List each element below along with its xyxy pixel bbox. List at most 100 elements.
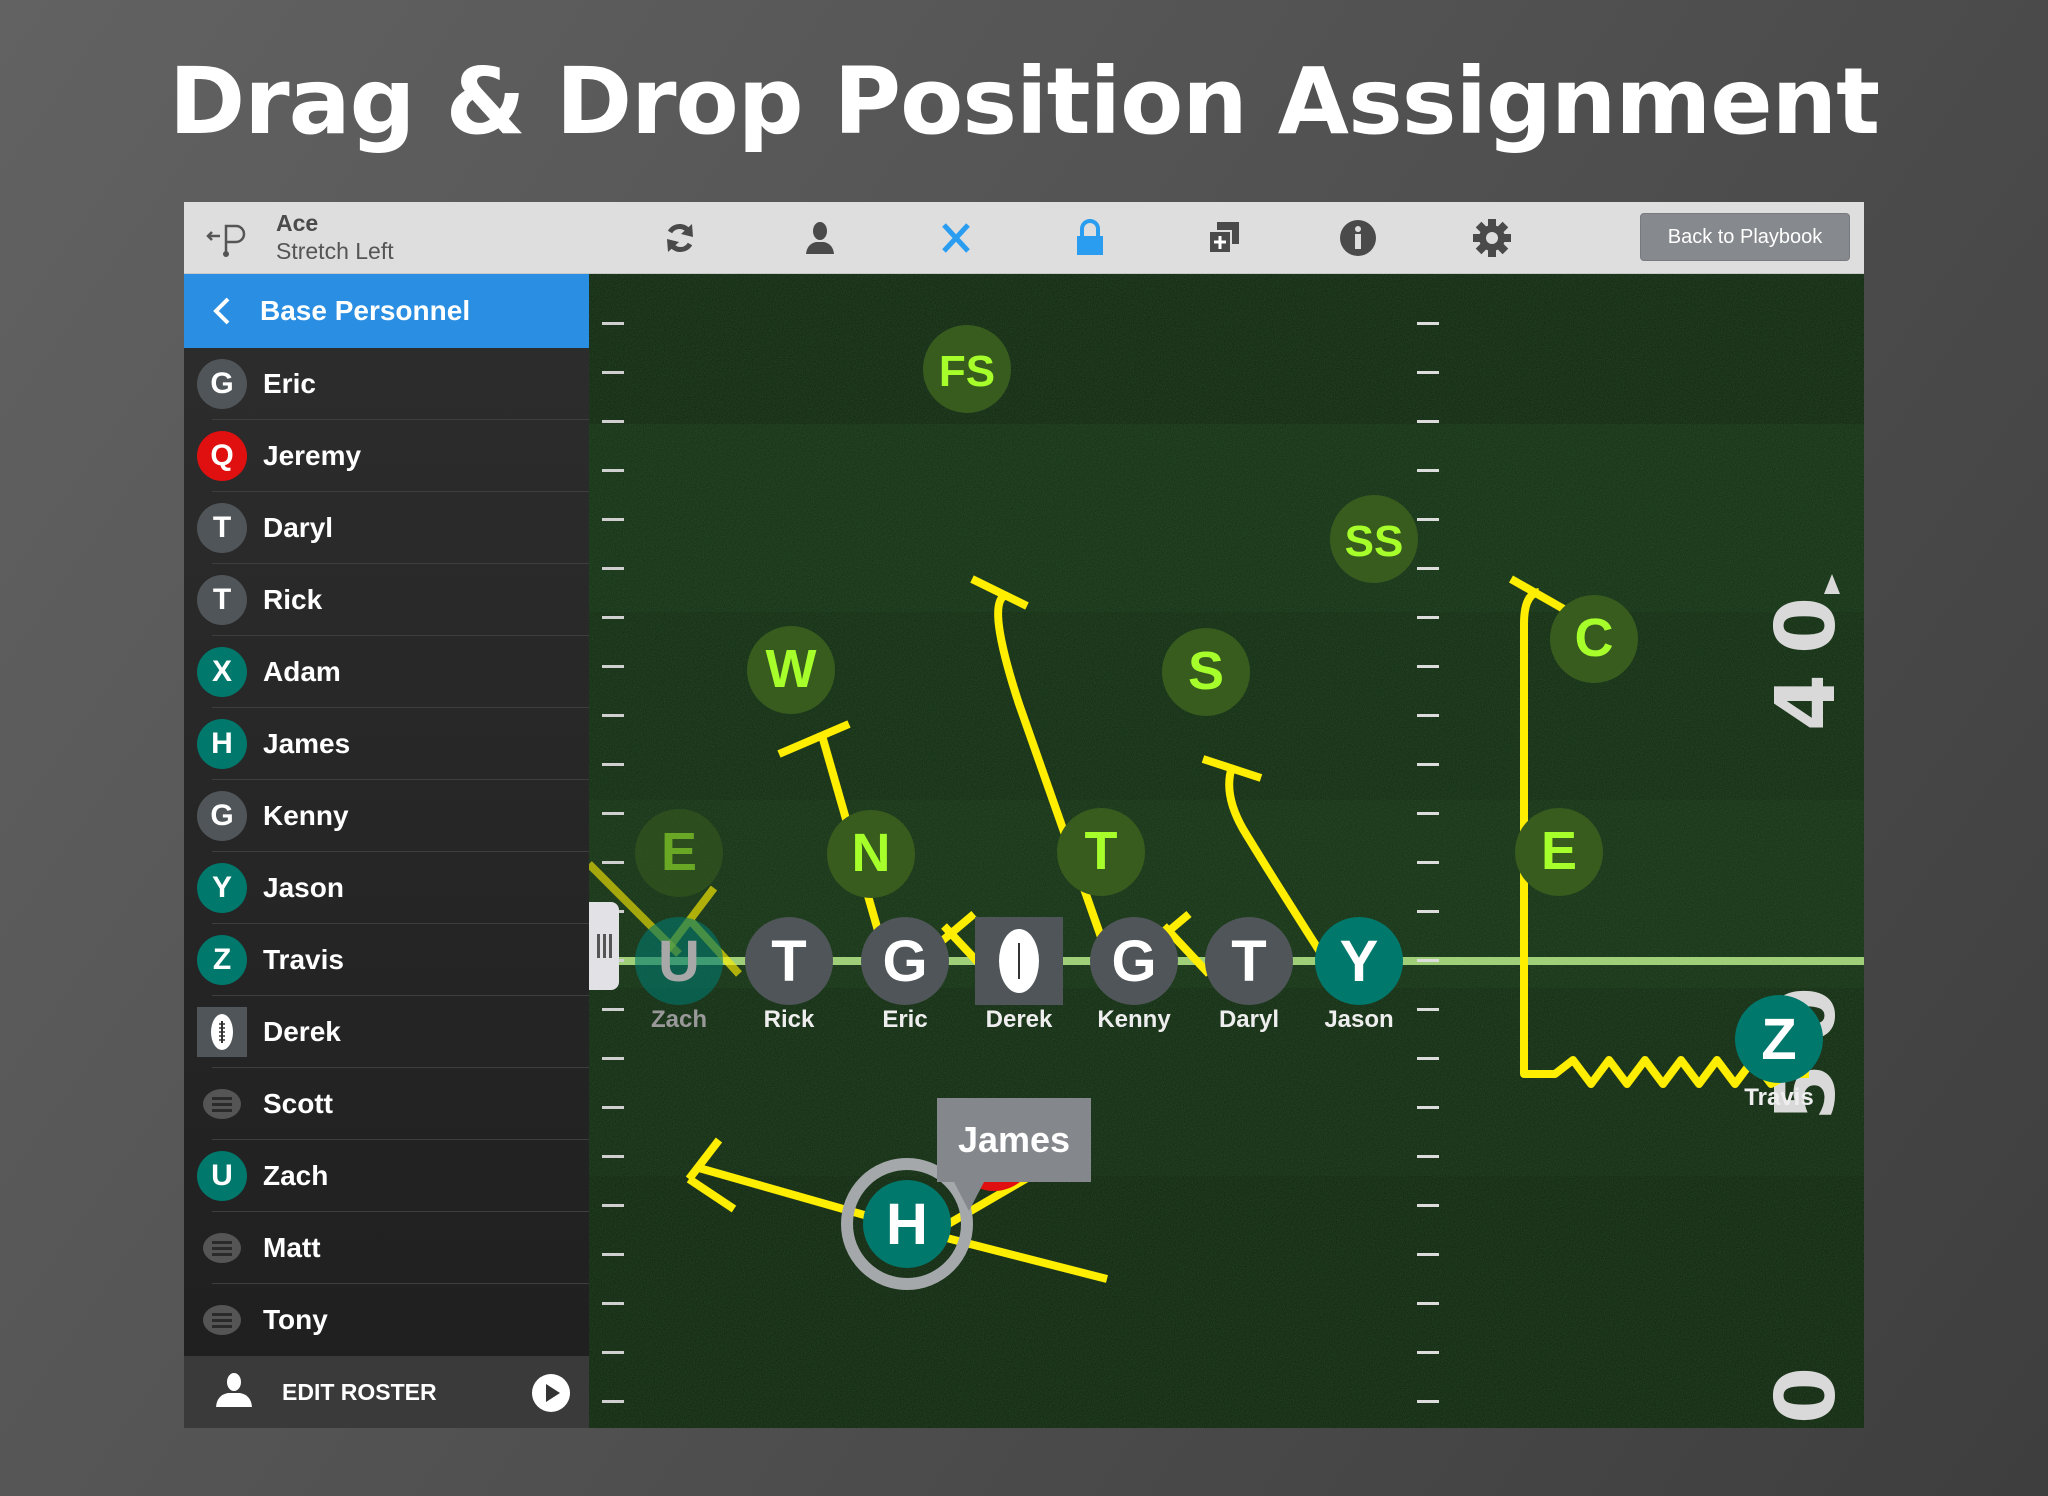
defender-c[interactable]: C [1550, 595, 1638, 683]
hash-mark [602, 469, 624, 472]
refresh-icon[interactable] [658, 216, 702, 260]
roster-name: Tony [263, 1304, 328, 1335]
roster-item[interactable]: T Rick [184, 564, 589, 636]
toolbar: Ace Stretch Left Back to Playbook [184, 202, 1864, 274]
hash-mark [602, 665, 624, 668]
defender-label: T [1085, 821, 1118, 881]
roster-item[interactable]: U Zach [184, 1140, 589, 1212]
roster-item[interactable]: Derek [184, 996, 589, 1068]
play-field[interactable]: 405040 FSSSCWSENTE UZachTRickGEricDerekG… [586, 274, 1864, 1428]
defender-e[interactable]: E [1515, 808, 1603, 896]
hash-mark [1417, 959, 1439, 962]
drawer-handle[interactable] [589, 902, 619, 990]
position-badge: U [197, 1151, 247, 1201]
hash-mark [1417, 567, 1439, 570]
roster-item[interactable]: H James [184, 708, 589, 780]
play-route-icon[interactable] [204, 218, 250, 258]
roster-name: Derek [263, 1016, 341, 1047]
hash-mark [602, 616, 624, 619]
personnel-back-button[interactable]: Base Personnel [184, 274, 589, 348]
defender-s[interactable]: S [1162, 628, 1250, 716]
position-badge: Q [197, 431, 247, 481]
player-derek[interactable]: Derek [975, 917, 1063, 1033]
back-to-playbook-button[interactable]: Back to Playbook [1640, 213, 1850, 261]
hash-mark [602, 1204, 624, 1207]
playbook-app: Ace Stretch Left Back to Playbook Base P… [184, 202, 1864, 1428]
edit-roster-button[interactable]: EDIT ROSTER [184, 1356, 589, 1428]
hash-mark [602, 861, 624, 864]
player-name: Daryl [1219, 1006, 1279, 1033]
roster-item[interactable]: Tony [184, 1284, 589, 1356]
close-icon[interactable] [934, 216, 978, 260]
player-name: Zach [651, 1006, 707, 1033]
hash-mark [1417, 861, 1439, 864]
defender-ss[interactable]: SS [1330, 495, 1418, 583]
defender-label: E [661, 822, 697, 882]
hash-mark [1417, 322, 1439, 325]
player-travis[interactable]: Z Travis [1735, 995, 1823, 1111]
hash-mark [602, 1106, 624, 1109]
roster-item[interactable]: X Adam [184, 636, 589, 708]
person-icon [214, 1372, 254, 1412]
hash-mark [1417, 1106, 1439, 1109]
hash-mark [602, 1351, 624, 1354]
roster-item[interactable]: Matt [184, 1212, 589, 1284]
roster-item[interactable]: Y Jason [184, 852, 589, 924]
hash-mark [1417, 910, 1439, 913]
personnel-group-title: Base Personnel [260, 295, 471, 326]
position-badge: G [197, 791, 247, 841]
hash-mark [1417, 1302, 1439, 1305]
hash-mark [1417, 1008, 1439, 1011]
roster-item[interactable]: T Daryl [184, 492, 589, 564]
hash-mark [602, 567, 624, 570]
field-canvas[interactable]: 405040 FSSSCWSENTE UZachTRickGEricDerekG… [586, 274, 1864, 1428]
defender-fs[interactable]: FS [923, 325, 1011, 413]
roster-name: James [263, 728, 351, 759]
roster-list: G Eric Q Jeremy T Daryl T Rick X Adam H James G Kenny… [184, 348, 589, 1356]
roster-name: Matt [263, 1232, 321, 1263]
defender-label: C [1575, 608, 1614, 668]
roster-name: Eric [263, 368, 316, 399]
grass-texture [589, 274, 1864, 1428]
player-jason[interactable]: Y Jason [1315, 917, 1403, 1033]
info-icon[interactable] [1336, 216, 1380, 260]
lock-icon[interactable] [1068, 216, 1112, 260]
hash-mark [602, 371, 624, 374]
defender-n[interactable]: N [827, 810, 915, 898]
duplicate-icon[interactable] [1202, 216, 1246, 260]
roster-item[interactable]: Z Travis [184, 924, 589, 996]
hash-mark [1417, 518, 1439, 521]
person-icon[interactable] [798, 216, 842, 260]
hash-mark [602, 1253, 624, 1256]
gear-icon[interactable] [1470, 216, 1514, 260]
defender-label: E [1541, 821, 1577, 881]
defender-e[interactable]: E [635, 809, 723, 897]
play-circle-icon[interactable] [531, 1373, 571, 1418]
hash-mark [1417, 812, 1439, 815]
player-name: Jason [1324, 1006, 1393, 1033]
roster-name: Scott [263, 1088, 333, 1119]
roster-item[interactable]: G Kenny [184, 780, 589, 852]
defender-label: N [852, 823, 891, 883]
player-kenny[interactable]: G Kenny [1090, 917, 1178, 1033]
player-name: Rick [764, 1006, 815, 1033]
roster-item[interactable]: Scott [184, 1068, 589, 1140]
roster-name: Jeremy [263, 440, 362, 471]
hash-mark [602, 1057, 624, 1060]
hash-mark [1417, 1253, 1439, 1256]
hash-mark [1417, 763, 1439, 766]
hash-mark [1417, 420, 1439, 423]
hero-title: Drag & Drop Position Assignment [168, 48, 1880, 155]
position-badge: T [197, 575, 247, 625]
bench-icon [203, 1233, 241, 1263]
position-badge: X [197, 647, 247, 697]
player-position: U [658, 929, 700, 994]
roster-name: Rick [263, 584, 323, 615]
roster-item[interactable]: G Eric [184, 348, 589, 420]
hash-mark [602, 714, 624, 717]
defender-w[interactable]: W [747, 626, 835, 714]
football-icon [197, 1007, 247, 1057]
defender-t[interactable]: T [1057, 808, 1145, 896]
roster-item[interactable]: Q Jeremy [184, 420, 589, 492]
player-position: T [1231, 929, 1266, 994]
